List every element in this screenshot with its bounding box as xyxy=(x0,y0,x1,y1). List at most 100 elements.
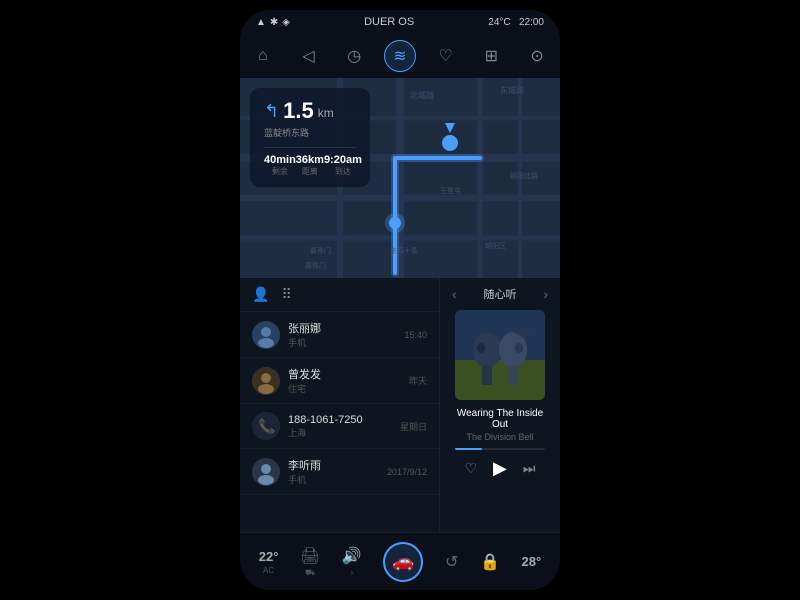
artist-name: The Division Bell xyxy=(466,432,533,442)
contact-sub: 住宅 xyxy=(288,382,409,395)
stat-dist-val: 36km xyxy=(296,154,324,166)
svg-text:慕殊门: 慕殊门 xyxy=(305,261,326,270)
right-temp: 28° xyxy=(521,554,541,569)
svg-text:朝阳北路: 朝阳北路 xyxy=(510,171,538,180)
fan-speed: ⛟ xyxy=(305,568,315,578)
volume-control[interactable]: 🔊 › xyxy=(342,546,362,577)
person-icon[interactable]: 👤 xyxy=(252,286,269,303)
avatar xyxy=(252,321,280,349)
left-temp-control[interactable]: 22° AC xyxy=(259,549,279,575)
volume-icon: 🔊 xyxy=(342,546,362,566)
svg-text:慕殊门: 慕殊门 xyxy=(310,246,331,255)
music-section-title: 随心听 xyxy=(484,286,517,302)
stat-time-val: 40min xyxy=(264,154,296,166)
nav-distance-display: ↰ 1.5 km xyxy=(264,98,356,124)
device-name: DUER OS xyxy=(364,16,414,28)
music-prev-icon[interactable]: ‹ xyxy=(452,286,457,302)
music-next-icon[interactable]: › xyxy=(543,286,548,302)
lock-control[interactable]: 🔒 xyxy=(480,552,500,572)
avatar: 📞 xyxy=(252,412,280,440)
contact-time: 15:40 xyxy=(404,330,427,340)
stat-arr-label: 到达 xyxy=(335,166,351,177)
contact-time: 星期日 xyxy=(400,420,427,433)
nav-profile[interactable]: ⊙ xyxy=(521,40,553,72)
contact-info: 188-1061-7250 上海 xyxy=(288,414,400,439)
progress-bar[interactable] xyxy=(455,448,545,450)
bottom-bar: 22° AC 🖨 ⛟ 🔊 › 🚗 ↺ 🔒 28° xyxy=(240,532,560,590)
nav-bar: ⌂ ◁ ◷ ≋ ♡ ⊞ ⊙ xyxy=(240,34,560,78)
volume-label: › xyxy=(351,568,354,577)
svg-text:📞: 📞 xyxy=(258,417,276,435)
contact-time: 昨天 xyxy=(409,374,427,387)
contact-item[interactable]: 曾发发 住宅 昨天 xyxy=(240,358,439,404)
status-bar: ▲ ✱ ◈ DUER OS 24°C 22:00 xyxy=(240,10,560,34)
svg-text:北城路: 北城路 xyxy=(410,90,434,100)
contact-sub: 手机 xyxy=(288,473,387,486)
temperature: 24°C xyxy=(488,17,510,28)
contact-name: 188-1061-7250 xyxy=(288,414,400,426)
contact-item[interactable]: 张丽娜 手机 15:40 xyxy=(240,312,439,358)
distance-number: 1.5 xyxy=(283,98,314,124)
nav-card: ↰ 1.5 km 蓝靛桥东路 40min 剩余 36km 距离 9:20am 到… xyxy=(250,88,370,187)
contact-sub: 上海 xyxy=(288,426,400,439)
progress-fill xyxy=(455,448,482,450)
fan-icon: 🖨 xyxy=(300,546,320,566)
contact-time: 2017/9/12 xyxy=(387,467,427,477)
drive-button[interactable]: 🚗 xyxy=(383,542,423,582)
contact-info: 曾发发 住宅 xyxy=(288,366,409,395)
contact-list: 张丽娜 手机 15:40 曾发发 住宅 昨天 xyxy=(240,312,439,532)
music-header: ‹ 随心听 › xyxy=(448,286,552,302)
extra-icon: ◈ xyxy=(282,17,290,28)
recycle-icon: ↺ xyxy=(445,552,458,572)
stat-time: 40min 剩余 xyxy=(264,154,296,177)
ac-label: AC xyxy=(263,566,274,575)
nav-home[interactable]: ⌂ xyxy=(247,40,279,72)
phone-container: ▲ ✱ ◈ DUER OS 24°C 22:00 ⌂ ◁ ◷ ≋ ♡ ⊞ ⊙ xyxy=(240,10,560,590)
stat-dist-label: 距离 xyxy=(302,166,318,177)
bluetooth-icon: ✱ xyxy=(270,17,278,28)
contact-name: 曾发发 xyxy=(288,366,409,382)
right-temp-control[interactable]: 28° xyxy=(521,554,541,569)
grid-icon[interactable]: ⠿ xyxy=(281,286,291,303)
road-name: 蓝靛桥东路 xyxy=(264,126,356,139)
nav-heart[interactable]: ♡ xyxy=(430,40,462,72)
car-icon: 🚗 xyxy=(392,551,414,572)
distance-unit: km xyxy=(318,106,334,120)
recycle-control[interactable]: ↺ xyxy=(445,552,458,572)
contact-item[interactable]: 📞 188-1061-7250 上海 星期日 xyxy=(240,404,439,449)
svg-text:王里屯: 王里屯 xyxy=(440,186,461,195)
middle-section: 👤 ⠿ 张丽娜 手机 15:40 xyxy=(240,278,560,532)
contact-name: 张丽娜 xyxy=(288,320,404,336)
contact-name: 李听雨 xyxy=(288,457,387,473)
wifi-icon: ▲ xyxy=(256,17,266,28)
skip-next-button[interactable]: ⏭ xyxy=(523,460,536,477)
contact-info: 李听雨 手机 xyxy=(288,457,387,486)
contacts-panel: 👤 ⠿ 张丽娜 手机 15:40 xyxy=(240,278,440,532)
panel-icon-row: 👤 ⠿ xyxy=(240,278,439,312)
song-title: Wearing The Inside Out xyxy=(448,408,552,430)
album-art xyxy=(455,310,545,400)
stat-arrival: 9:20am 到达 xyxy=(324,154,362,177)
nav-voice[interactable]: ≋ xyxy=(384,40,416,72)
nav-navigation[interactable]: ◁ xyxy=(293,40,325,72)
avatar xyxy=(252,458,280,486)
temp-time: 24°C 22:00 xyxy=(488,17,544,28)
play-button[interactable]: ▶ xyxy=(493,458,507,479)
stat-time-label: 剩余 xyxy=(272,166,288,177)
svg-text:朝阳区: 朝阳区 xyxy=(485,241,506,250)
like-button[interactable]: ♡ xyxy=(464,460,477,477)
clock: 22:00 xyxy=(519,17,544,28)
nav-apps[interactable]: ⊞ xyxy=(475,40,507,72)
lock-icon: 🔒 xyxy=(480,552,500,572)
turn-arrow-icon: ↰ xyxy=(264,101,279,122)
stat-distance: 36km 距离 xyxy=(296,154,324,177)
contact-item[interactable]: 李听雨 手机 2017/9/12 xyxy=(240,449,439,495)
fan-control[interactable]: 🖨 ⛟ xyxy=(300,546,320,578)
svg-text:东四十条: 东四十条 xyxy=(390,246,418,255)
nav-stats: 40min 剩余 36km 距离 9:20am 到达 xyxy=(264,147,356,177)
contact-info: 张丽娜 手机 xyxy=(288,320,404,349)
music-panel: ‹ 随心听 › xyxy=(440,278,560,532)
nav-history[interactable]: ◷ xyxy=(338,40,370,72)
contact-sub: 手机 xyxy=(288,336,404,349)
stat-arr-val: 9:20am xyxy=(324,154,362,166)
